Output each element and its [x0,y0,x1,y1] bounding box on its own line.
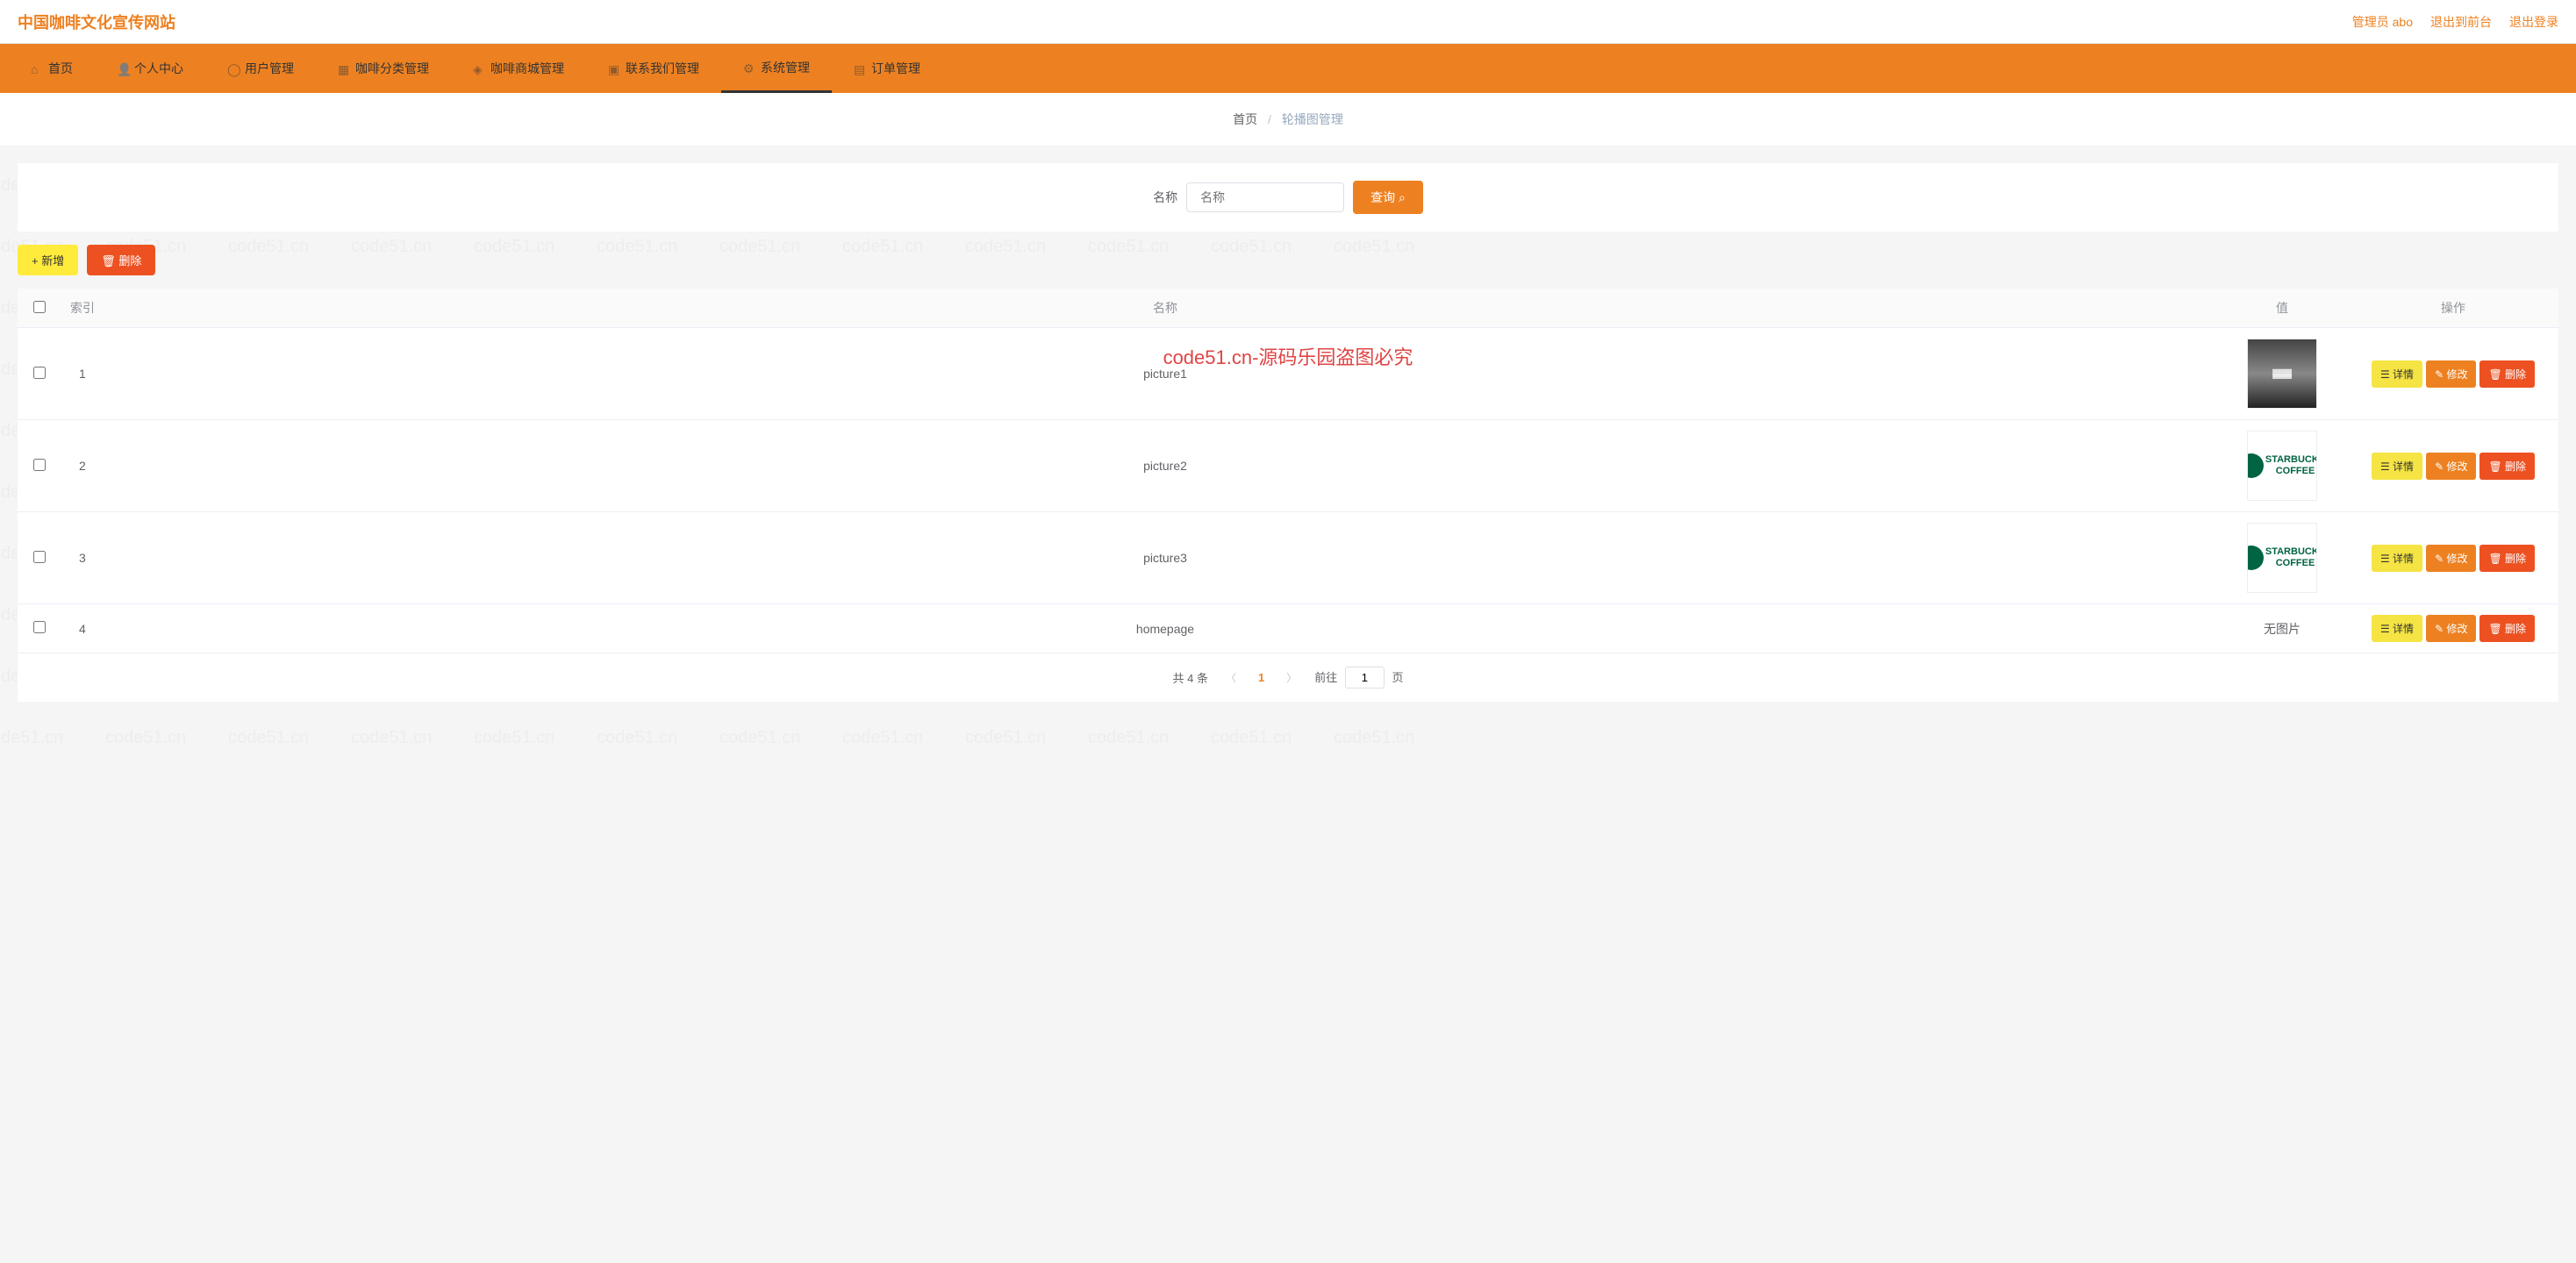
row-index: 2 [61,420,114,512]
mall-icon: ◈ [473,62,485,75]
row-checkbox[interactable] [33,367,46,379]
trash-icon: 🗑 [101,254,118,268]
admin-link[interactable]: 管理员 abo [2352,13,2413,31]
pagination-total: 共 4 条 [1172,669,1207,686]
top-header: 中国咖啡文化宣传网站 管理员 abo 退出到前台 退出登录 [0,0,2576,44]
row-checkbox[interactable] [33,551,46,563]
row-name: homepage [114,604,2216,653]
select-all-checkbox[interactable] [33,301,46,313]
detail-button[interactable]: ☰ 详情 [2372,360,2422,388]
edit-button[interactable]: ✎ 修改 [2426,615,2476,642]
search-input[interactable] [1186,182,1344,212]
to-front-link[interactable]: 退出到前台 [2430,13,2492,31]
nav-bar: ⌂首页 👤个人中心 ◯用户管理 ▦咖啡分类管理 ◈咖啡商城管理 ▣联系我们管理 … [0,44,2576,93]
search-button[interactable]: 查询 ⌕ [1353,181,1423,214]
goto-label: 前往 页 [1314,667,1403,689]
header-value: 值 [2216,289,2348,328]
header-index: 索引 [61,289,114,328]
row-checkbox[interactable] [33,459,46,471]
edit-button[interactable]: ✎ 修改 [2426,360,2476,388]
order-icon: ▤ [854,62,866,75]
prev-page[interactable]: 〈 [1221,670,1241,685]
nav-category[interactable]: ▦咖啡分类管理 [316,44,451,93]
add-button[interactable]: + 新增 [18,245,78,275]
breadcrumb-separator: / [1268,112,1271,126]
image-thumbnail[interactable]: ▓▓▓ [2247,339,2317,409]
row-index: 4 [61,604,114,653]
nav-contact[interactable]: ▣联系我们管理 [586,44,721,93]
table-row: 1picture1 ▓▓▓ ☰ 详情✎ 修改🗑 删除 [18,328,2558,420]
search-icon: ⌕ [1399,190,1406,204]
category-icon: ▦ [338,62,350,75]
data-table: 索引 名称 值 操作 1picture1▓▓▓☰ 详情✎ 修改🗑 删除2pict… [18,289,2558,653]
search-label: 名称 [1153,189,1177,206]
nav-mall[interactable]: ◈咖啡商城管理 [451,44,586,93]
delete-button[interactable]: 🗑 删除 [2479,360,2535,388]
row-value: STARBUCKSCOFFEE [2216,512,2348,604]
gear-icon: ⚙ [743,61,755,74]
table-header-row: 索引 名称 值 操作 [18,289,2558,328]
image-thumbnail[interactable]: STARBUCKSCOFFEE [2247,431,2317,501]
user-icon: 👤 [117,62,129,75]
breadcrumb-current: 轮播图管理 [1282,112,1343,126]
row-checkbox[interactable] [33,621,46,633]
breadcrumb: 首页 / 轮播图管理 [0,93,2576,146]
nav-system[interactable]: ⚙系统管理 [721,44,832,93]
pagination: 共 4 条 〈 1 〉 前往 页 [18,653,2558,702]
table-row: 3picture3 STARBUCKSCOFFEE ☰ 详情✎ 修改🗑 删除 [18,512,2558,604]
delete-button[interactable]: 🗑 删除 [2479,453,2535,480]
header-actions: 管理员 abo 退出到前台 退出登录 [2352,13,2558,31]
next-page[interactable]: 〉 [1282,670,1301,685]
nav-users[interactable]: ◯用户管理 [205,44,316,93]
table-row: 2picture2 STARBUCKSCOFFEE ☰ 详情✎ 修改🗑 删除 [18,420,2558,512]
no-image-text: 无图片 [2264,622,2301,636]
row-index: 1 [61,328,114,420]
row-name: picture1 [114,328,2216,420]
users-icon: ◯ [227,62,240,75]
header-name: 名称 [114,289,2216,328]
contact-icon: ▣ [608,62,620,75]
batch-delete-button[interactable]: 🗑 删除 [87,245,155,275]
header-ops: 操作 [2348,289,2558,328]
row-name: picture2 [114,420,2216,512]
home-icon: ⌂ [31,62,43,75]
table-row: 4homepage 无图片 ☰ 详情✎ 修改🗑 删除 [18,604,2558,653]
nav-home[interactable]: ⌂首页 [9,44,95,93]
row-value: ▓▓▓ [2216,328,2348,420]
detail-button[interactable]: ☰ 详情 [2372,453,2422,480]
action-bar: + 新增 🗑 删除 [18,232,2558,289]
nav-personal[interactable]: 👤个人中心 [95,44,205,93]
detail-button[interactable]: ☰ 详情 [2372,615,2422,642]
row-value: STARBUCKSCOFFEE [2216,420,2348,512]
image-thumbnail[interactable]: STARBUCKSCOFFEE [2247,523,2317,593]
current-page[interactable]: 1 [1254,671,1269,684]
detail-button[interactable]: ☰ 详情 [2372,545,2422,572]
delete-button[interactable]: 🗑 删除 [2479,615,2535,642]
goto-input[interactable] [1345,667,1385,689]
plus-icon: + [32,254,41,268]
content: 名称 查询 ⌕ + 新增 🗑 删除 索引 名称 值 操作 1picture1▓▓… [0,146,2576,719]
search-bar: 名称 查询 ⌕ [18,163,2558,232]
edit-button[interactable]: ✎ 修改 [2426,453,2476,480]
site-title: 中国咖啡文化宣传网站 [18,11,175,33]
logout-link[interactable]: 退出登录 [2509,13,2558,31]
row-index: 3 [61,512,114,604]
nav-orders[interactable]: ▤订单管理 [832,44,942,93]
breadcrumb-home[interactable]: 首页 [1233,112,1257,126]
edit-button[interactable]: ✎ 修改 [2426,545,2476,572]
row-value: 无图片 [2216,604,2348,653]
delete-button[interactable]: 🗑 删除 [2479,545,2535,572]
row-name: picture3 [114,512,2216,604]
